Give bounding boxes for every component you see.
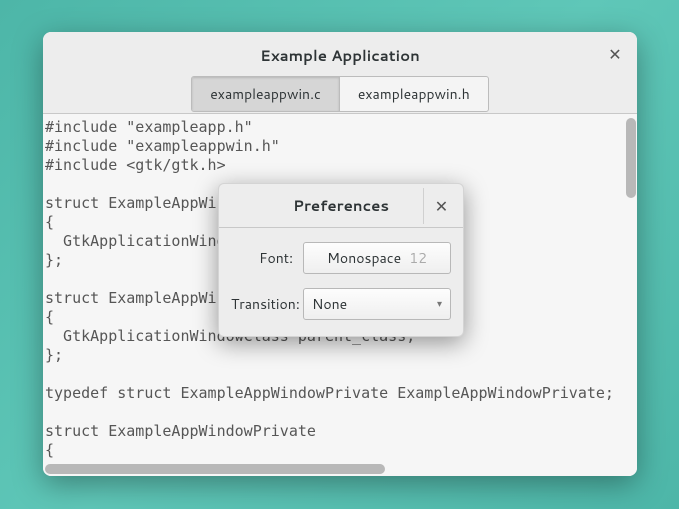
transition-combobox[interactable]: None ▾ <box>303 288 451 320</box>
tab-switcher: exampleappwin.c exampleappwin.h <box>191 76 488 112</box>
close-icon[interactable]: ✕ <box>603 42 627 66</box>
preferences-body: Font: Monospace 12 Transition: None ▾ <box>219 228 463 336</box>
header-bar: Example Application ✕ exampleappwin.c ex… <box>43 32 637 114</box>
vertical-scrollbar[interactable] <box>626 118 636 198</box>
font-family-value: Monospace <box>327 248 401 268</box>
transition-label: Transition: <box>231 294 303 314</box>
close-icon[interactable]: ✕ <box>423 188 459 224</box>
preferences-dialog: Preferences ✕ Font: Monospace 12 Transit… <box>218 183 464 337</box>
font-size-value: 12 <box>409 248 427 268</box>
transition-row: Transition: None ▾ <box>231 288 451 320</box>
tab-exampleappwin-h[interactable]: exampleappwin.h <box>340 77 488 111</box>
preferences-header: Preferences ✕ <box>219 184 463 228</box>
window-title: Example Application <box>260 45 420 66</box>
font-label: Font: <box>231 248 303 268</box>
transition-value: None <box>312 294 347 314</box>
chevron-down-icon: ▾ <box>437 297 442 311</box>
font-row: Font: Monospace 12 <box>231 242 451 274</box>
tab-exampleappwin-c[interactable]: exampleappwin.c <box>192 77 340 111</box>
preferences-title: Preferences <box>293 195 389 216</box>
font-chooser-button[interactable]: Monospace 12 <box>303 242 451 274</box>
horizontal-scrollbar[interactable] <box>45 464 385 474</box>
